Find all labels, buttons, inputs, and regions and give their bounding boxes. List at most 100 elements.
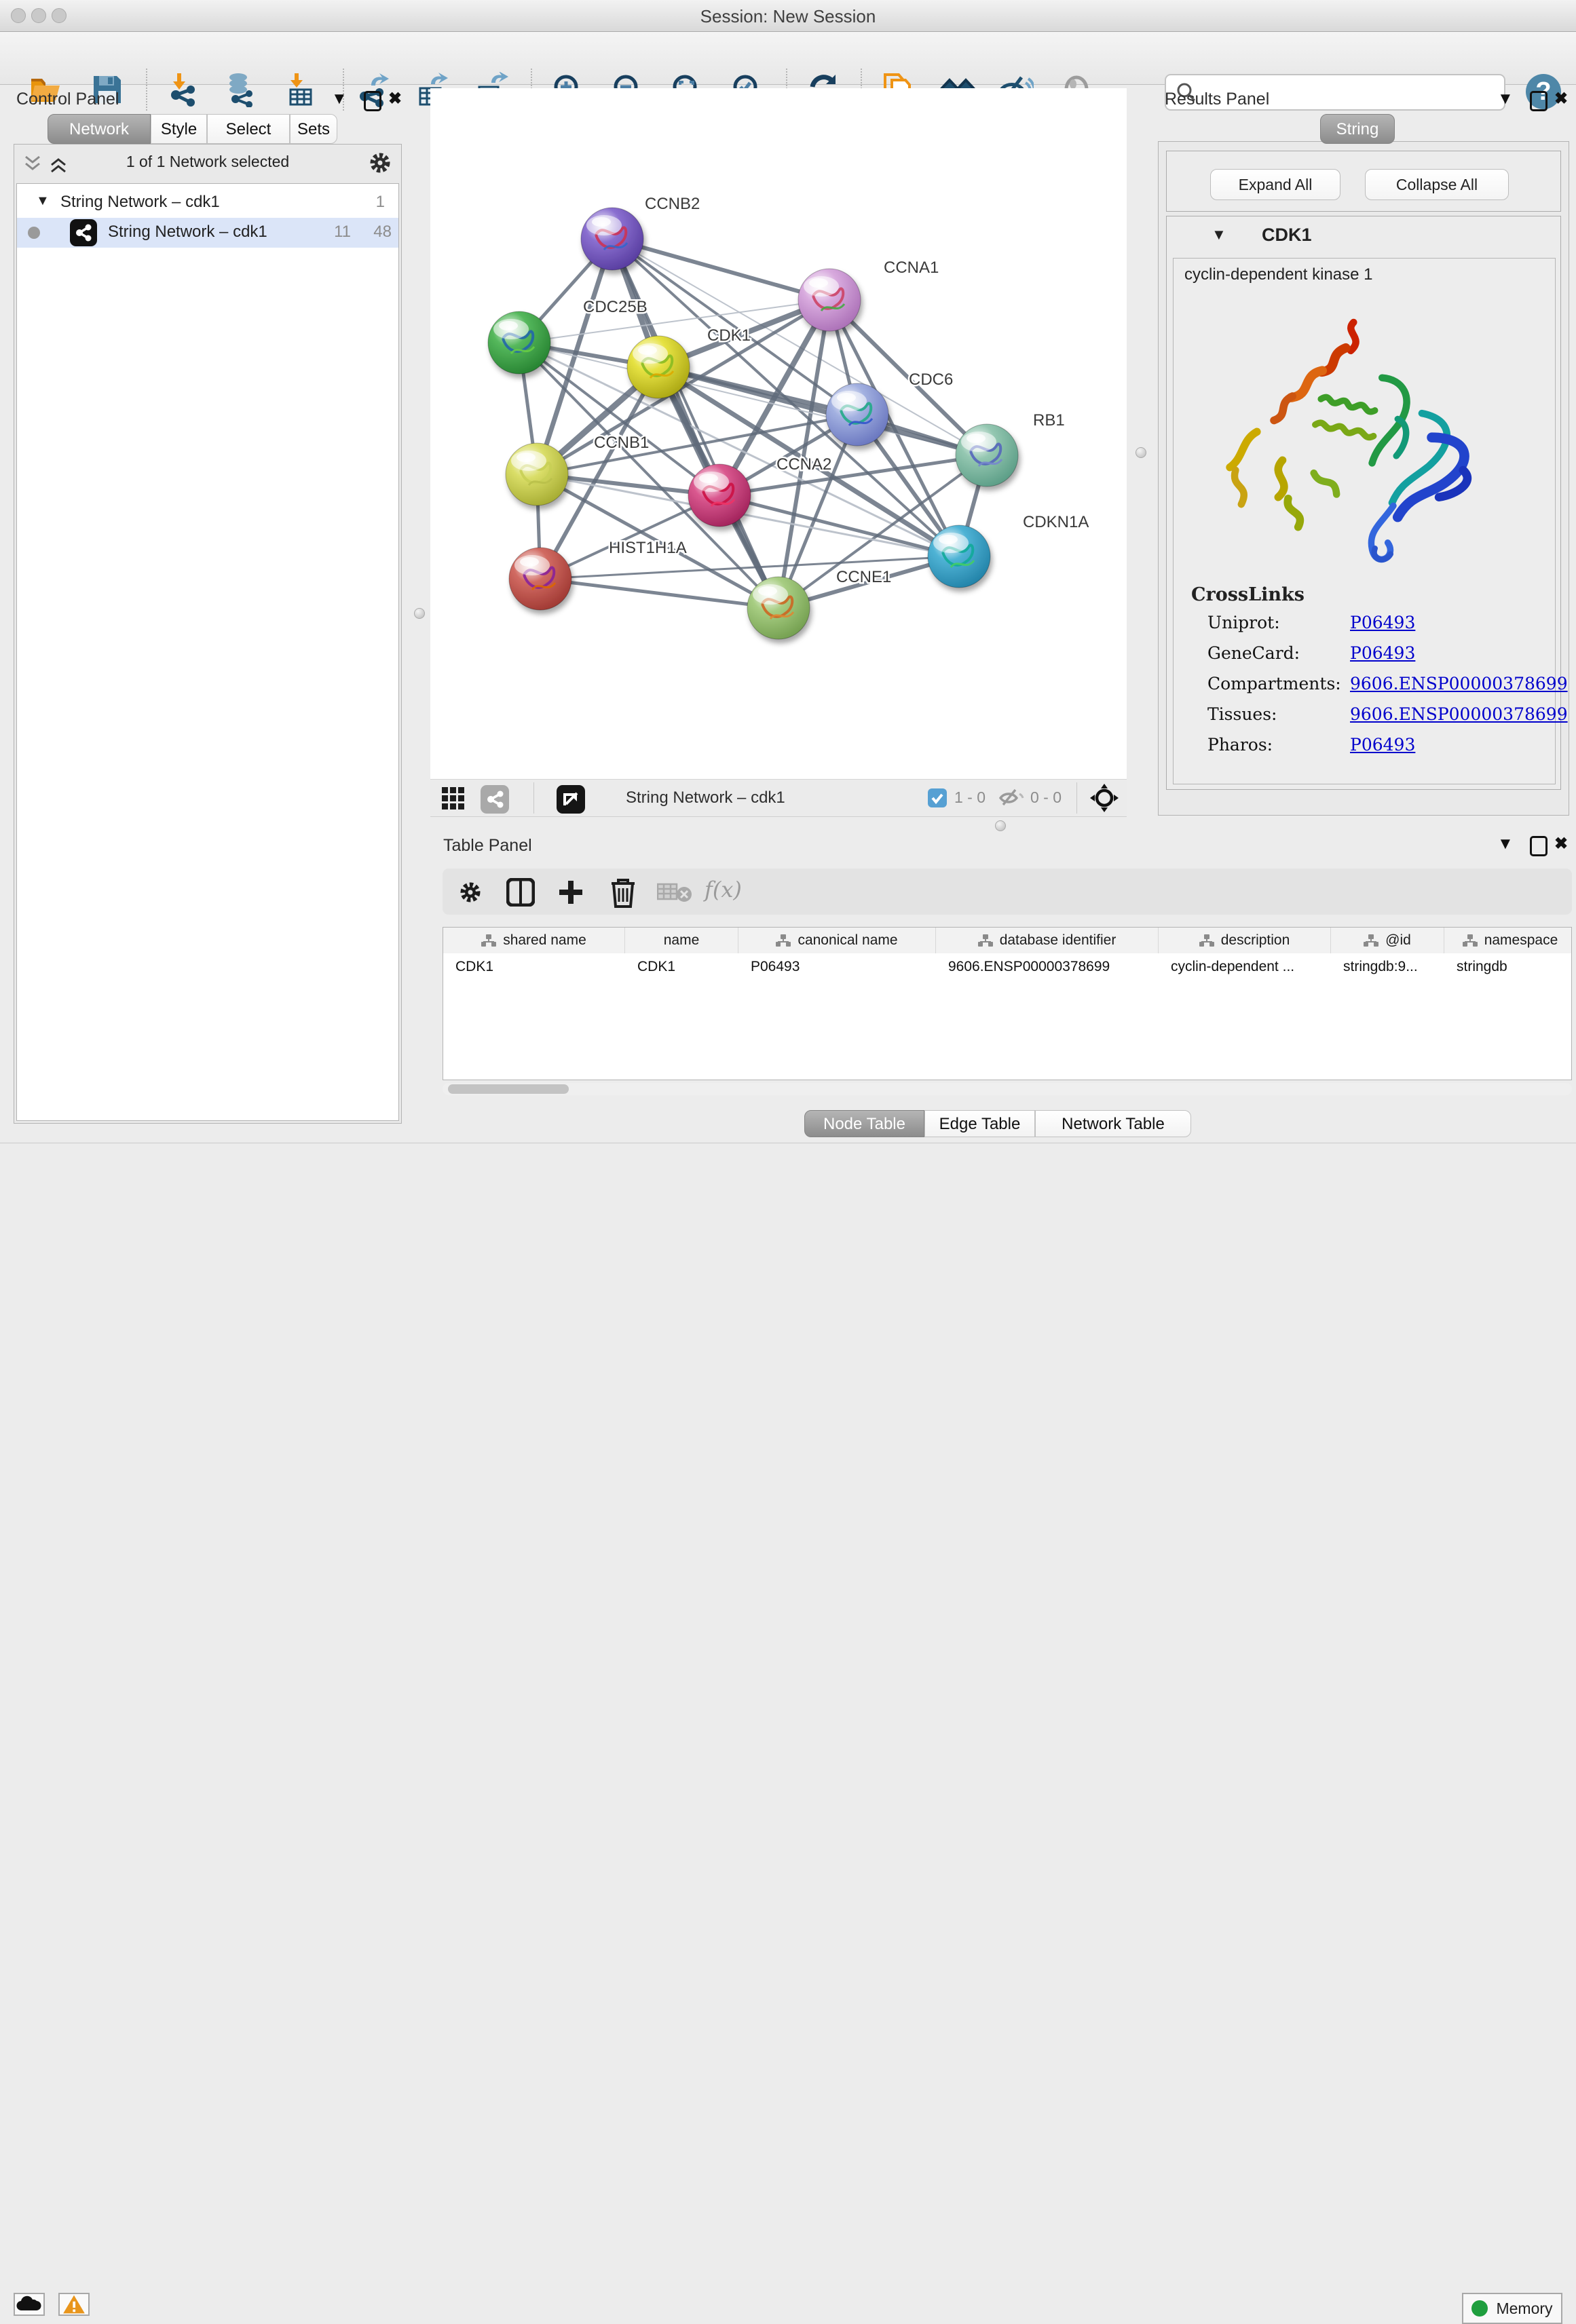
tab-network-table[interactable]: Network Table — [1035, 1110, 1191, 1137]
column-header-name[interactable]: name — [625, 928, 738, 953]
string-network-icon — [70, 219, 97, 246]
network-canvas[interactable]: CCNB2CCNA1CDC25BCDK1CDC6RB1CCNB1CCNA2CDK… — [430, 88, 1127, 779]
cell-database-identifier[interactable]: 9606.ENSP00000378699 — [936, 953, 1159, 980]
crosslink-label: GeneCard: — [1207, 643, 1350, 663]
crosslink-value-link[interactable]: 9606.ENSP00000378699 — [1350, 704, 1568, 724]
cdk1-expander-icon[interactable]: ▼ — [1212, 226, 1226, 244]
selected-checkbox-icon[interactable] — [927, 788, 948, 808]
cell--id[interactable]: stringdb:9... — [1331, 953, 1444, 980]
node-label-CDC6: CDC6 — [909, 370, 953, 389]
right-splitter-handle[interactable] — [1136, 447, 1146, 458]
tab-node-table[interactable]: Node Table — [804, 1110, 924, 1137]
cell-canonical-name[interactable]: P06493 — [738, 953, 936, 980]
left-splitter-handle[interactable] — [414, 608, 425, 619]
title-bar: Session: New Session — [0, 0, 1576, 32]
cell-namespace[interactable]: stringdb — [1444, 953, 1572, 980]
collection-expander-icon[interactable]: ▼ — [36, 193, 50, 209]
warning-icon — [60, 2294, 88, 2315]
crosslink-row: GeneCard:P06493 — [1207, 643, 1547, 663]
tab-network[interactable]: Network — [48, 114, 151, 144]
network-row-selected[interactable]: String Network – cdk1 11 48 — [17, 218, 398, 248]
crosslink-value-link[interactable]: P06493 — [1350, 613, 1415, 632]
node-HIST1H1A[interactable] — [509, 548, 571, 610]
control-panel-collapse-icon[interactable]: ▼ — [331, 90, 348, 109]
column-header-description[interactable]: description — [1159, 928, 1331, 953]
node-table[interactable]: shared nameCDK1nameCDK1canonical nameP06… — [443, 927, 1572, 1080]
bottom-splitter-handle[interactable] — [995, 820, 1006, 831]
column-header-canonical-name[interactable]: canonical name — [738, 928, 936, 953]
import-network-file-icon[interactable] — [166, 72, 202, 107]
cdk1-gene-name: CDK1 — [1262, 225, 1312, 246]
cell-shared-name[interactable]: CDK1 — [443, 953, 625, 980]
node-CCNE1[interactable] — [747, 577, 810, 639]
tab-style[interactable]: Style — [151, 114, 207, 144]
crosslink-value-link[interactable]: P06493 — [1350, 735, 1415, 755]
table-toolbar: f(x) — [443, 869, 1572, 915]
crosslink-label: Compartments: — [1207, 674, 1350, 693]
column-header-shared-name[interactable]: shared name — [443, 928, 625, 953]
column-header-label: namespace — [1484, 932, 1558, 949]
current-network-bullet — [28, 227, 40, 239]
table-gear-icon[interactable] — [457, 879, 483, 905]
table-panel-collapse-icon[interactable]: ▼ — [1497, 835, 1514, 854]
results-panel-collapse-icon[interactable]: ▼ — [1497, 90, 1514, 109]
tab-sets[interactable]: Sets — [290, 114, 337, 144]
create-column-icon[interactable] — [557, 878, 585, 907]
table-panel-close-icon[interactable]: ✖ — [1554, 835, 1568, 854]
import-network-database-icon[interactable] — [223, 72, 259, 107]
node-CCNB2[interactable] — [581, 208, 643, 270]
warning-status-button[interactable] — [58, 2293, 90, 2316]
network-view-icon[interactable] — [481, 785, 509, 814]
control-panel-float-icon[interactable] — [364, 91, 381, 111]
show-columns-icon[interactable] — [506, 878, 535, 907]
results-panel-close-icon[interactable]: ✖ — [1554, 90, 1568, 109]
crosslink-row: Tissues:9606.ENSP00000378699 — [1207, 704, 1547, 724]
birds-eye-view-icon[interactable] — [557, 785, 585, 814]
cdk1-description: cyclin-dependent kinase 1 — [1184, 265, 1373, 284]
control-panel-close-icon[interactable]: ✖ — [388, 90, 402, 109]
toolbar-separator — [146, 69, 147, 111]
crosslink-value-link[interactable]: P06493 — [1350, 643, 1415, 663]
node-CDKN1A[interactable] — [928, 525, 990, 588]
table-panel-float-icon[interactable] — [1530, 836, 1547, 856]
node-RB1[interactable] — [956, 424, 1018, 487]
node-CDC25B[interactable] — [488, 311, 550, 374]
tab-edge-table[interactable]: Edge Table — [924, 1110, 1035, 1137]
column-header--id[interactable]: @id — [1331, 928, 1444, 953]
memory-button[interactable]: Memory — [1462, 2293, 1562, 2324]
expand-all-networks-icon[interactable] — [48, 154, 69, 174]
node-label-CDK1: CDK1 — [707, 326, 751, 345]
column-header-namespace[interactable]: namespace — [1444, 928, 1572, 953]
expand-all-button[interactable]: Expand All — [1210, 169, 1340, 200]
network-collection-row[interactable]: ▼ String Network – cdk1 1 — [17, 188, 398, 218]
node-CDC6[interactable] — [826, 383, 888, 446]
collapse-all-networks-icon[interactable] — [22, 154, 43, 174]
cloud-status-button[interactable] — [14, 2293, 45, 2316]
node-CCNA2[interactable] — [688, 464, 751, 527]
table-scrollbar-thumb[interactable] — [448, 1084, 569, 1094]
network-list: ▼ String Network – cdk1 1 String Network… — [16, 183, 399, 1121]
cell-description[interactable]: cyclin-dependent ... — [1159, 953, 1331, 980]
node-CDK1[interactable] — [627, 336, 690, 398]
column-header-database-identifier[interactable]: database identifier — [936, 928, 1159, 953]
cell-name[interactable]: CDK1 — [625, 953, 738, 980]
node-CCNB1[interactable] — [506, 443, 568, 506]
node-label-HIST1H1A: HIST1H1A — [609, 539, 687, 557]
fit-content-crosshair-icon[interactable] — [1090, 784, 1119, 812]
network-name: String Network – cdk1 — [108, 223, 267, 242]
network-node-count: 11 — [322, 223, 351, 242]
selected-counts: 1 - 0 — [954, 788, 986, 807]
crosslink-value-link[interactable]: 9606.ENSP00000378699 — [1350, 674, 1568, 693]
collapse-all-button[interactable]: Collapse All — [1365, 169, 1509, 200]
memory-label: Memory — [1496, 2300, 1552, 2318]
tab-select[interactable]: Select — [207, 114, 290, 144]
edge-layer — [519, 239, 987, 608]
results-panel-float-icon[interactable] — [1530, 91, 1547, 111]
delete-column-icon[interactable] — [609, 877, 637, 908]
node-CCNA1[interactable] — [798, 269, 861, 331]
tab-string-results[interactable]: String — [1320, 114, 1395, 144]
grid-view-icon[interactable] — [441, 786, 466, 811]
network-options-gear-icon[interactable] — [367, 150, 393, 176]
column-header-label: database identifier — [1000, 932, 1117, 949]
import-table-icon[interactable] — [284, 72, 319, 107]
